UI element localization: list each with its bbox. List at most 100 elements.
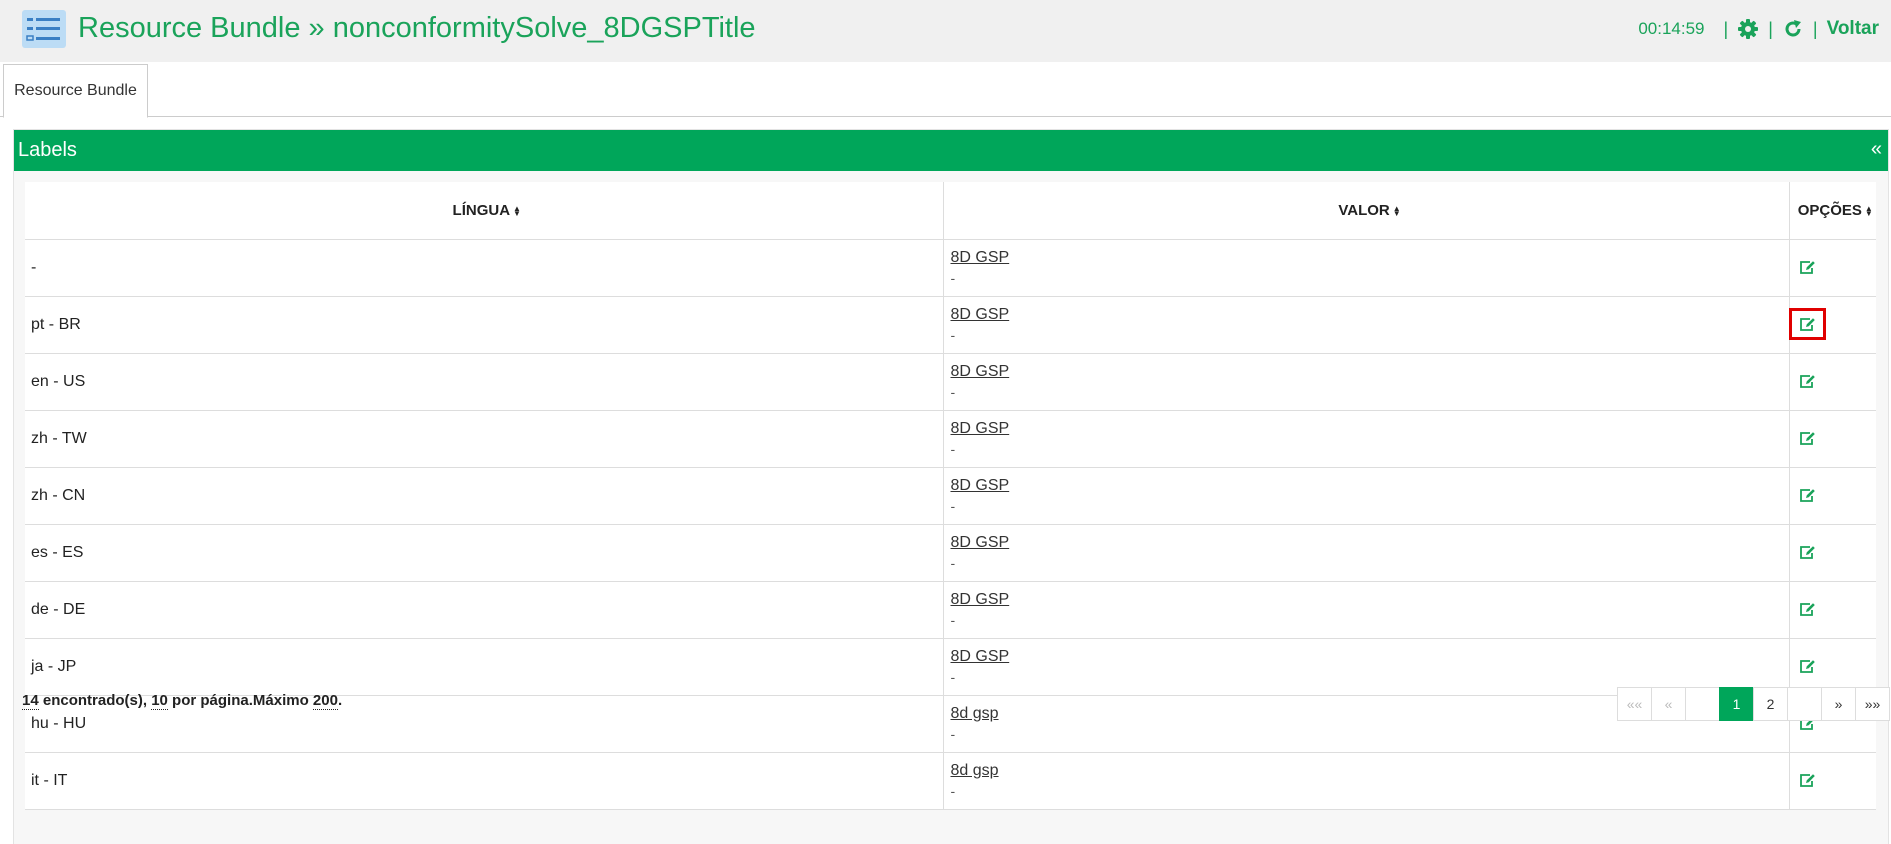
value-link[interactable]: 8D GSP — [951, 362, 1789, 382]
edit-icon[interactable] — [1796, 369, 1820, 393]
value-link[interactable]: 8D GSP — [951, 590, 1789, 610]
options-cell — [1788, 296, 1876, 354]
language-cell: en - US — [25, 353, 944, 411]
language-label: pt - BR — [31, 315, 81, 333]
value-link[interactable]: 8d gsp — [951, 761, 1789, 781]
edit-icon[interactable] — [1796, 654, 1820, 678]
sort-icon: ▲ ▼ — [1864, 203, 1873, 218]
table-row: zh - CN 8D GSP - — [25, 467, 1876, 525]
language-cell: ja - JP — [25, 638, 944, 696]
value-cell: 8D GSP - — [943, 467, 1790, 525]
value-subtext: - — [950, 383, 956, 400]
value-link[interactable]: 8D GSP — [951, 248, 1789, 268]
edit-icon[interactable] — [1788, 308, 1826, 341]
column-header-lingua[interactable]: LÍNGUA ▲ ▼ — [25, 182, 944, 240]
value-cell: 8D GSP - — [943, 296, 1790, 354]
edit-icon[interactable] — [1796, 255, 1820, 279]
value-cell: 8D GSP - — [943, 524, 1790, 582]
pagination-spacer — [1685, 687, 1720, 721]
separator: | — [1768, 18, 1773, 39]
value-subtext: - — [950, 497, 956, 514]
per-page-text: por página.Máximo — [167, 692, 313, 709]
value-subtext: - — [950, 440, 956, 457]
value-cell: 8D GSP - — [943, 410, 1790, 468]
language-label: - — [31, 258, 37, 276]
separator: | — [1812, 18, 1818, 39]
options-cell — [1789, 239, 1876, 297]
page-button-1[interactable]: 1 — [1719, 687, 1754, 721]
gear-icon[interactable] — [1737, 18, 1759, 40]
results-summary: 14 encontrado(s), 10 por página.Máximo 2… — [22, 692, 343, 710]
language-cell: zh - TW — [25, 410, 944, 468]
labels-panel: Labels « LÍNGUA ▲ ▼ VALOR ▲ ▼ OPÇÕES ▲ ▼ - 8D … — [13, 129, 1889, 844]
language-cell: pt - BR — [25, 296, 944, 354]
value-cell: 8d gsp - — [943, 752, 1790, 810]
edit-icon[interactable] — [1796, 483, 1820, 507]
session-timer: 00:14:59 — [1638, 19, 1705, 38]
language-cell: de - DE — [25, 581, 944, 639]
options-cell — [1789, 524, 1876, 582]
value-cell: 8D GSP - — [943, 239, 1790, 297]
column-header-label: VALOR — [1338, 201, 1390, 219]
found-text: encontrado(s), — [38, 692, 152, 709]
value-cell: 8D GSP - — [943, 581, 1790, 639]
value-link[interactable]: 8D GSP — [951, 476, 1789, 496]
top-header: Resource Bundle » nonconformitySolve_8DG… — [0, 0, 1891, 62]
language-label: es - ES — [31, 543, 84, 561]
page-title: Resource Bundle » nonconformitySolve_8DG… — [78, 12, 756, 44]
edit-icon[interactable] — [1796, 768, 1820, 792]
value-link[interactable]: 8D GSP — [951, 419, 1789, 439]
column-header-valor[interactable]: VALOR ▲ ▼ — [943, 182, 1790, 240]
options-cell — [1789, 467, 1876, 525]
options-cell — [1789, 353, 1876, 411]
summary-end: . — [337, 692, 343, 709]
language-cell: it - IT — [25, 752, 944, 810]
value-subtext: - — [950, 269, 956, 286]
options-cell — [1789, 410, 1876, 468]
value-link[interactable]: 8D GSP — [951, 305, 1789, 325]
language-label: de - DE — [31, 600, 86, 618]
language-cell: zh - CN — [25, 467, 944, 525]
first-page-button[interactable]: «« — [1617, 687, 1652, 721]
found-count: 14 — [22, 692, 39, 710]
language-label: zh - TW — [31, 429, 87, 447]
value-subtext: - — [950, 725, 956, 742]
pagination: «« « 1 2 » »» — [1617, 687, 1890, 721]
table-row: en - US 8D GSP - — [25, 353, 1876, 411]
column-header-opcoes[interactable]: OPÇÕES ▲ ▼ — [1789, 182, 1876, 240]
refresh-icon[interactable] — [1782, 18, 1804, 40]
list-menu-icon[interactable] — [22, 10, 66, 48]
panel-header: Labels « — [14, 130, 1888, 171]
prev-page-button[interactable]: « — [1651, 687, 1686, 721]
table-body: - 8D GSP - pt - BR 8D GSP - en - US 8D G… — [25, 239, 1876, 810]
language-label: it - IT — [31, 771, 68, 789]
last-page-button[interactable]: »» — [1855, 687, 1890, 721]
column-header-label: OPÇÕES — [1797, 201, 1862, 219]
sort-icon: ▲ ▼ — [1392, 203, 1401, 218]
value-link[interactable]: 8D GSP — [951, 647, 1789, 667]
per-page-count[interactable]: 10 — [151, 692, 168, 710]
edit-icon[interactable] — [1796, 540, 1820, 564]
table-header-row: LÍNGUA ▲ ▼ VALOR ▲ ▼ OPÇÕES ▲ ▼ — [25, 182, 1876, 240]
value-subtext: - — [950, 554, 956, 571]
edit-icon[interactable] — [1796, 426, 1820, 450]
back-link[interactable]: Voltar — [1827, 18, 1879, 40]
collapse-button[interactable]: « — [1871, 138, 1882, 161]
table-row: es - ES 8D GSP - — [25, 524, 1876, 582]
next-page-button[interactable]: » — [1821, 687, 1856, 721]
table-row: ja - JP 8D GSP - — [25, 638, 1876, 696]
labels-table: LÍNGUA ▲ ▼ VALOR ▲ ▼ OPÇÕES ▲ ▼ - 8D GSP - — [25, 182, 1876, 810]
table-row: it - IT 8d gsp - — [25, 752, 1876, 810]
tab-resource-bundle[interactable]: Resource Bundle — [3, 64, 148, 118]
sort-icon: ▲ ▼ — [513, 203, 521, 218]
edit-icon[interactable] — [1796, 597, 1820, 621]
table-row: zh - TW 8D GSP - — [25, 410, 1876, 468]
header-actions: 00:14:59 | | | Voltar — [1638, 18, 1879, 40]
value-subtext: - — [950, 611, 956, 628]
language-label: hu - HU — [31, 714, 87, 732]
column-header-label: LÍNGUA — [452, 201, 511, 219]
language-label: zh - CN — [31, 486, 86, 504]
value-link[interactable]: 8D GSP — [951, 533, 1789, 553]
page-button-2[interactable]: 2 — [1753, 687, 1788, 721]
value-subtext: - — [950, 782, 956, 799]
